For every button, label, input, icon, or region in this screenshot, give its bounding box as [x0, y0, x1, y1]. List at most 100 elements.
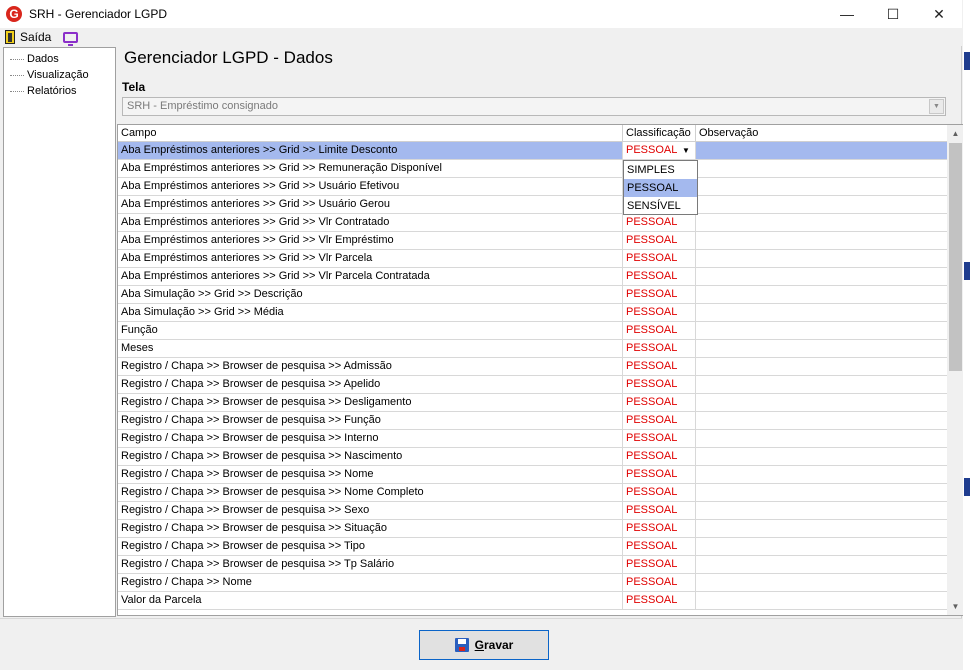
table-row[interactable]: Registro / Chapa >> Browser de pesquisa … [118, 430, 948, 448]
cell-campo[interactable]: Registro / Chapa >> Browser de pesquisa … [118, 466, 623, 483]
table-row[interactable]: Aba Empréstimos anteriores >> Grid >> Us… [118, 178, 948, 196]
cell-classificacao[interactable]: PESSOAL [623, 304, 696, 321]
cell-observacao[interactable] [696, 574, 948, 591]
save-button[interactable]: Gravar [419, 630, 549, 660]
cell-observacao[interactable] [696, 178, 948, 195]
dropdown-option-pessoal[interactable]: PESSOAL [624, 179, 697, 197]
table-row[interactable]: Registro / Chapa >> Browser de pesquisa … [118, 556, 948, 574]
cell-observacao[interactable] [696, 286, 948, 303]
cell-observacao[interactable] [696, 196, 948, 213]
tree-item-visualizacao[interactable]: Visualização [4, 67, 115, 83]
table-row[interactable]: Registro / Chapa >> Nome PESSOAL [118, 574, 948, 592]
table-row[interactable]: Aba Simulação >> Grid >> Média PESSOAL [118, 304, 948, 322]
scroll-thumb[interactable] [949, 143, 962, 371]
cell-campo[interactable]: Aba Empréstimos anteriores >> Grid >> Us… [118, 196, 623, 213]
cell-observacao[interactable] [696, 466, 948, 483]
table-row[interactable]: Registro / Chapa >> Browser de pesquisa … [118, 358, 948, 376]
scroll-up-icon[interactable]: ▲ [947, 125, 964, 142]
cell-campo[interactable]: Aba Empréstimos anteriores >> Grid >> Vl… [118, 250, 623, 267]
cell-classificacao[interactable]: PESSOAL [623, 376, 696, 393]
cell-campo[interactable]: Registro / Chapa >> Browser de pesquisa … [118, 448, 623, 465]
cell-classificacao[interactable]: PESSOAL [623, 340, 696, 357]
chevron-down-icon[interactable]: ▼ [677, 142, 695, 159]
cell-observacao[interactable] [696, 214, 948, 231]
cell-classificacao[interactable]: PESSOAL [623, 232, 696, 249]
cell-classificacao[interactable]: PESSOAL [623, 556, 696, 573]
cell-observacao[interactable] [696, 502, 948, 519]
cell-observacao[interactable] [696, 448, 948, 465]
cell-campo[interactable]: Aba Empréstimos anteriores >> Grid >> Vl… [118, 268, 623, 285]
table-row[interactable]: Registro / Chapa >> Browser de pesquisa … [118, 484, 948, 502]
cell-classificacao[interactable]: PESSOAL [623, 484, 696, 501]
exit-menu-item[interactable]: Saída [20, 30, 51, 44]
cell-observacao[interactable] [696, 556, 948, 573]
cell-observacao[interactable] [696, 322, 948, 339]
cell-classificacao[interactable]: PESSOAL [623, 394, 696, 411]
cell-observacao[interactable] [696, 430, 948, 447]
cell-observacao[interactable] [696, 520, 948, 537]
cell-observacao[interactable] [696, 142, 948, 159]
cell-observacao[interactable] [696, 160, 948, 177]
cell-classificacao[interactable]: PESSOAL [623, 214, 696, 231]
tree-item-dados[interactable]: Dados [4, 51, 115, 67]
cell-campo[interactable]: Registro / Chapa >> Browser de pesquisa … [118, 520, 623, 537]
tree-item-relatorios[interactable]: Relatórios [4, 83, 115, 99]
cell-classificacao[interactable]: PESSOAL [623, 538, 696, 555]
tela-select[interactable]: SRH - Empréstimo consignado ▼ [122, 97, 946, 116]
monitor-icon[interactable] [63, 31, 79, 46]
table-row[interactable]: Registro / Chapa >> Browser de pesquisa … [118, 502, 948, 520]
cell-campo[interactable]: Registro / Chapa >> Browser de pesquisa … [118, 376, 623, 393]
table-row[interactable]: Função PESSOAL [118, 322, 948, 340]
cell-classificacao[interactable]: PESSOAL [623, 358, 696, 375]
cell-campo[interactable]: Aba Empréstimos anteriores >> Grid >> Vl… [118, 214, 623, 231]
table-row[interactable]: Aba Empréstimos anteriores >> Grid >> Vl… [118, 232, 948, 250]
cell-campo[interactable]: Registro / Chapa >> Browser de pesquisa … [118, 394, 623, 411]
cell-classificacao[interactable]: PESSOAL [623, 502, 696, 519]
table-row[interactable]: Registro / Chapa >> Browser de pesquisa … [118, 394, 948, 412]
table-row[interactable]: Registro / Chapa >> Browser de pesquisa … [118, 466, 948, 484]
table-row[interactable]: Aba Empréstimos anteriores >> Grid >> Vl… [118, 214, 948, 232]
cell-campo[interactable]: Registro / Chapa >> Nome [118, 574, 623, 591]
cell-observacao[interactable] [696, 358, 948, 375]
cell-classificacao[interactable]: PESSOAL [623, 412, 696, 429]
column-header-classificacao[interactable]: Classificação [623, 125, 696, 142]
cell-classificacao[interactable]: PESSOAL [623, 322, 696, 339]
column-header-campo[interactable]: Campo [118, 125, 623, 142]
cell-classificacao[interactable]: PESSOAL [623, 520, 696, 537]
dropdown-option-sensivel[interactable]: SENSÍVEL [624, 197, 697, 215]
cell-classificacao[interactable]: PESSOAL [623, 250, 696, 267]
cell-classificacao[interactable]: PESSOAL ▼ [623, 142, 696, 159]
cell-campo[interactable]: Aba Empréstimos anteriores >> Grid >> Re… [118, 160, 623, 177]
cell-observacao[interactable] [696, 484, 948, 501]
table-row[interactable]: Registro / Chapa >> Browser de pesquisa … [118, 538, 948, 556]
column-header-observacao[interactable]: Observação [696, 125, 948, 142]
scroll-down-icon[interactable]: ▼ [947, 598, 964, 615]
table-row[interactable]: Meses PESSOAL [118, 340, 948, 358]
cell-classificacao[interactable]: PESSOAL [623, 574, 696, 591]
cell-observacao[interactable] [696, 250, 948, 267]
table-row[interactable]: Aba Simulação >> Grid >> Descrição PESSOA… [118, 286, 948, 304]
table-row[interactable]: Aba Empréstimos anteriores >> Grid >> Vl… [118, 268, 948, 286]
table-row[interactable]: Registro / Chapa >> Browser de pesquisa … [118, 520, 948, 538]
dropdown-option-simples[interactable]: SIMPLES [624, 161, 697, 179]
cell-observacao[interactable] [696, 412, 948, 429]
table-row[interactable]: Aba Empréstimos anteriores >> Grid >> Us… [118, 196, 948, 214]
cell-observacao[interactable] [696, 394, 948, 411]
table-row[interactable]: Registro / Chapa >> Browser de pesquisa … [118, 412, 948, 430]
cell-observacao[interactable] [696, 376, 948, 393]
cell-classificacao[interactable]: PESSOAL [623, 286, 696, 303]
minimize-button[interactable]: — [824, 0, 870, 28]
cell-campo[interactable]: Registro / Chapa >> Browser de pesquisa … [118, 502, 623, 519]
table-row[interactable]: Aba Empréstimos anteriores >> Grid >> Re… [118, 160, 948, 178]
cell-campo[interactable]: Aba Empréstimos anteriores >> Grid >> Vl… [118, 232, 623, 249]
table-row[interactable]: Registro / Chapa >> Browser de pesquisa … [118, 448, 948, 466]
cell-campo[interactable]: Aba Empréstimos anteriores >> Grid >> Us… [118, 178, 623, 195]
cell-campo[interactable]: Registro / Chapa >> Browser de pesquisa … [118, 556, 623, 573]
cell-observacao[interactable] [696, 232, 948, 249]
cell-observacao[interactable] [696, 538, 948, 555]
chevron-down-icon[interactable]: ▼ [929, 99, 944, 114]
cell-classificacao[interactable]: PESSOAL [623, 268, 696, 285]
table-row[interactable]: Valor da Parcela PESSOAL [118, 592, 948, 610]
cell-campo[interactable]: Aba Simulação >> Grid >> Média [118, 304, 623, 321]
table-row[interactable]: Registro / Chapa >> Browser de pesquisa … [118, 376, 948, 394]
